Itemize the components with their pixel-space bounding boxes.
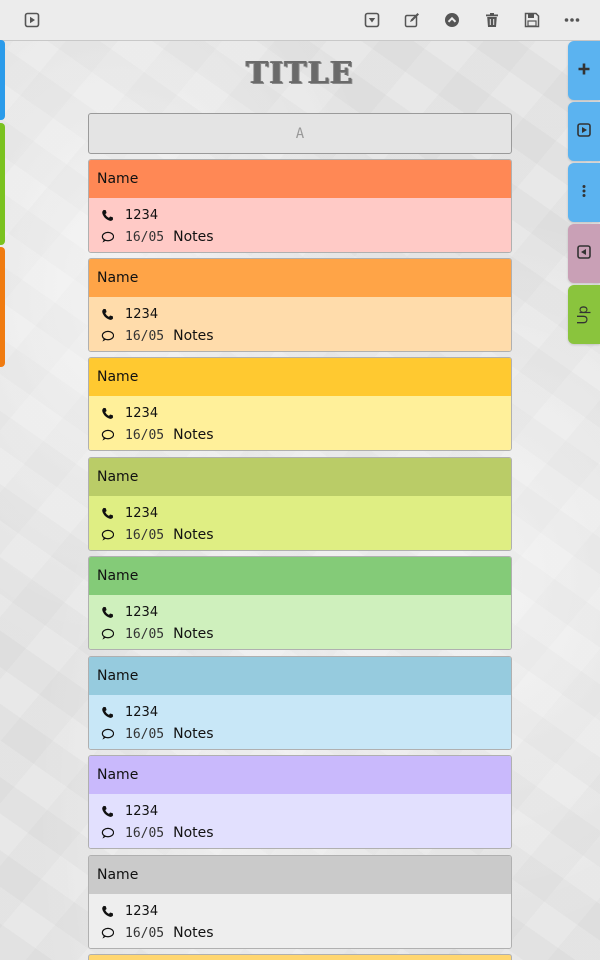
contact-name: Name bbox=[89, 756, 511, 794]
side-tab-up-label: Up bbox=[575, 304, 592, 325]
contact-card[interactable]: Name 1234 16/05 Notes bbox=[88, 457, 512, 551]
contact-phone: 1234 bbox=[125, 505, 159, 521]
trash-icon[interactable] bbox=[481, 10, 503, 30]
contact-notes: Notes bbox=[173, 825, 214, 841]
contact-date: 16/05 bbox=[125, 427, 165, 443]
back-square-icon bbox=[577, 244, 591, 263]
left-strip-green[interactable] bbox=[0, 123, 5, 245]
contact-card[interactable]: Name 1234 16/05 Notes bbox=[88, 656, 512, 750]
more-vertical-icon bbox=[577, 183, 591, 202]
phone-icon bbox=[99, 306, 115, 322]
contact-date: 16/05 bbox=[125, 527, 165, 543]
contact-date: 16/05 bbox=[125, 726, 165, 742]
contact-name: Name bbox=[89, 259, 511, 297]
contact-card-partial[interactable] bbox=[88, 954, 512, 960]
comment-icon bbox=[99, 527, 115, 543]
phone-icon bbox=[99, 903, 115, 919]
contact-date: 16/05 bbox=[125, 825, 165, 841]
phone-icon bbox=[99, 803, 115, 819]
contact-name: Name bbox=[89, 160, 511, 198]
comment-icon bbox=[99, 726, 115, 742]
contact-date: 16/05 bbox=[125, 925, 165, 941]
contact-name: Name bbox=[89, 458, 511, 496]
contact-date: 16/05 bbox=[125, 328, 165, 344]
contact-date: 16/05 bbox=[125, 229, 165, 245]
side-tab-more[interactable] bbox=[568, 163, 600, 222]
chevron-up-circle-icon[interactable] bbox=[441, 10, 463, 30]
left-strip-orange[interactable] bbox=[0, 247, 5, 367]
contact-phone: 1234 bbox=[125, 704, 159, 720]
phone-icon bbox=[99, 207, 115, 223]
contact-notes: Notes bbox=[173, 925, 214, 941]
edit-icon[interactable] bbox=[401, 10, 423, 30]
contact-name: Name bbox=[89, 358, 511, 396]
contact-phone: 1234 bbox=[125, 604, 159, 620]
contact-card[interactable]: Name 1234 16/05 Notes bbox=[88, 159, 512, 253]
contact-notes: Notes bbox=[173, 726, 214, 742]
contact-notes: Notes bbox=[173, 427, 214, 443]
phone-icon bbox=[99, 704, 115, 720]
contact-notes: Notes bbox=[173, 328, 214, 344]
comment-icon bbox=[99, 626, 115, 642]
more-horizontal-icon[interactable] bbox=[561, 10, 583, 30]
contact-phone: 1234 bbox=[125, 803, 159, 819]
play-square-icon bbox=[577, 122, 591, 141]
save-icon[interactable] bbox=[521, 10, 543, 30]
contact-notes: Notes bbox=[173, 527, 214, 543]
contact-name: Name bbox=[89, 657, 511, 695]
top-toolbar bbox=[0, 0, 600, 41]
phone-icon bbox=[99, 604, 115, 620]
contact-card[interactable]: Name 1234 16/05 Notes bbox=[88, 556, 512, 650]
page-title: TITLE bbox=[246, 56, 354, 91]
contact-notes: Notes bbox=[173, 626, 214, 642]
contact-card[interactable]: Name 1234 16/05 Notes bbox=[88, 855, 512, 949]
dropdown-square-icon[interactable] bbox=[361, 10, 383, 30]
side-tab-up[interactable]: Up bbox=[568, 285, 600, 344]
contact-phone: 1234 bbox=[125, 306, 159, 322]
comment-icon bbox=[99, 427, 115, 443]
comment-icon bbox=[99, 825, 115, 841]
contact-card[interactable]: Name 1234 16/05 Notes bbox=[88, 755, 512, 849]
side-tab-back[interactable] bbox=[568, 224, 600, 283]
side-tab-play[interactable] bbox=[568, 102, 600, 161]
contact-date: 16/05 bbox=[125, 626, 165, 642]
phone-icon bbox=[99, 505, 115, 521]
contact-phone: 1234 bbox=[125, 903, 159, 919]
phone-icon bbox=[99, 405, 115, 421]
letter-section-header[interactable]: A bbox=[88, 113, 512, 154]
play-square-icon[interactable] bbox=[21, 10, 43, 30]
comment-icon bbox=[99, 229, 115, 245]
contact-card[interactable]: Name 1234 16/05 Notes bbox=[88, 357, 512, 451]
comment-icon bbox=[99, 328, 115, 344]
contact-name: Name bbox=[89, 856, 511, 894]
contact-notes: Notes bbox=[173, 229, 214, 245]
comment-icon bbox=[99, 925, 115, 941]
contact-phone: 1234 bbox=[125, 207, 159, 223]
contact-card[interactable]: Name 1234 16/05 Notes bbox=[88, 258, 512, 352]
contact-phone: 1234 bbox=[125, 405, 159, 421]
contact-name: Name bbox=[89, 557, 511, 595]
